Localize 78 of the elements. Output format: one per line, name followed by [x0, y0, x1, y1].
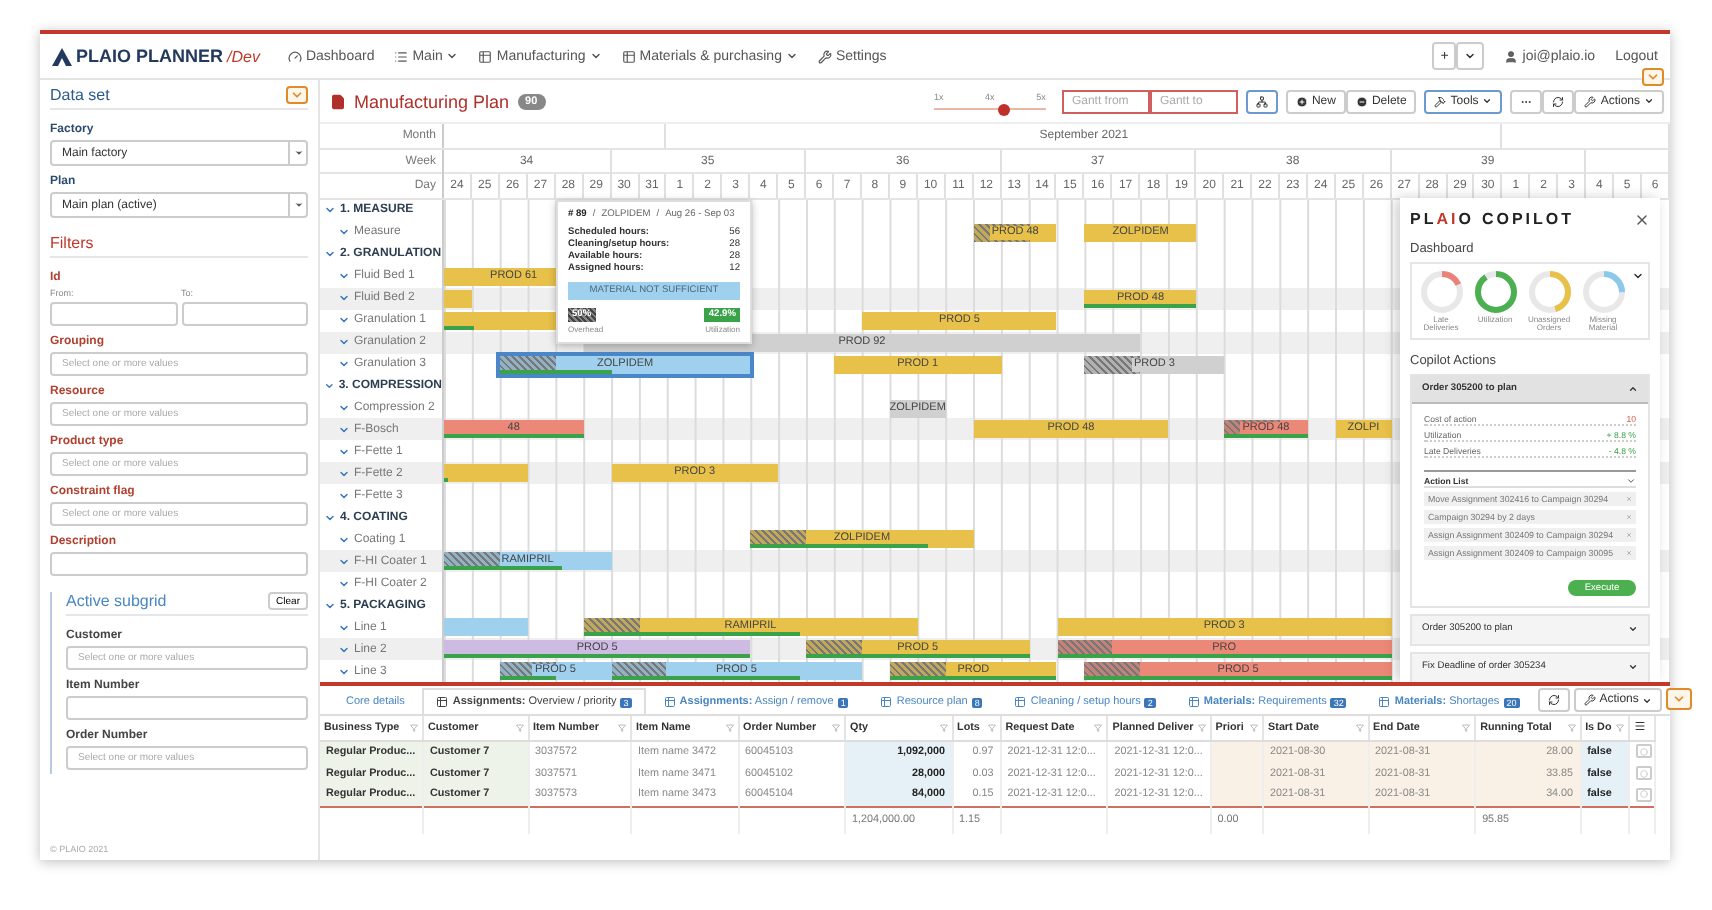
section-title: Active subgrid	[66, 592, 167, 610]
filter-icon	[410, 723, 418, 732]
refresh-icon	[1552, 95, 1565, 107]
table-icon	[663, 696, 676, 708]
filter-icon	[1615, 723, 1624, 732]
chevron-icon	[1628, 624, 1638, 635]
filter-icon	[515, 723, 523, 732]
filter-icon	[939, 723, 948, 732]
caret-icon	[1642, 695, 1653, 705]
caret-icon	[785, 50, 798, 62]
plus-icon	[1295, 95, 1308, 107]
chevron-icon	[290, 88, 304, 102]
hammer-icon	[1434, 95, 1447, 107]
refresh-button[interactable]	[1537, 688, 1570, 712]
chevron-icon	[1672, 692, 1687, 706]
chevron-icon	[1628, 662, 1638, 673]
collapse-button[interactable]	[1666, 688, 1693, 710]
filter-icon	[1567, 723, 1576, 732]
filter-icon	[987, 723, 996, 732]
column-menu[interactable]	[1628, 716, 1655, 740]
wrench-icon	[1583, 694, 1596, 706]
section-title: Data set	[50, 86, 110, 104]
caret-icon	[589, 50, 602, 62]
input-field[interactable]	[181, 302, 308, 326]
filter-icon	[618, 723, 626, 732]
chevron-icon	[1646, 70, 1660, 84]
input-field[interactable]	[50, 302, 177, 326]
close-icon[interactable]	[1634, 211, 1650, 227]
brand-name: PLAIO PLANNER	[76, 46, 224, 66]
donut-chart	[1581, 270, 1625, 314]
table-icon	[436, 696, 449, 708]
caret-icon	[1464, 50, 1477, 62]
circle-icon	[1639, 790, 1648, 799]
row-action-button[interactable]	[1635, 744, 1652, 759]
section-title: Filters	[50, 234, 94, 252]
circle-icon	[1639, 769, 1648, 777]
chevron-icon	[1626, 476, 1636, 487]
wrench-icon	[1584, 95, 1597, 107]
filter-icon	[832, 723, 841, 732]
environment-label: /Dev	[227, 47, 260, 65]
refresh-icon	[1547, 694, 1560, 706]
caret-icon	[1644, 96, 1654, 106]
chevron-icon[interactable]	[1632, 270, 1644, 282]
caret-icon	[446, 50, 459, 62]
donut-chart	[1419, 270, 1463, 314]
table-icon	[1378, 696, 1391, 708]
donut-chart	[1473, 270, 1517, 314]
collapse-button[interactable]	[1642, 68, 1664, 86]
filter-icon	[1197, 723, 1206, 732]
document-icon	[330, 93, 346, 109]
caret-icon	[293, 200, 303, 210]
row-action-button[interactable]	[1635, 766, 1652, 780]
hierarchy-icon	[1255, 95, 1268, 107]
collapse-button[interactable]	[286, 86, 308, 104]
filter-icon	[1355, 723, 1364, 732]
logo-icon	[52, 47, 72, 65]
input-field[interactable]	[66, 696, 308, 720]
caret-icon	[293, 148, 303, 158]
user-icon	[1504, 49, 1519, 63]
input-field[interactable]	[50, 552, 308, 576]
table-icon	[1187, 696, 1200, 708]
dropdown-button[interactable]	[1456, 42, 1485, 70]
filter-icon	[1462, 723, 1471, 732]
filter-icon	[725, 723, 734, 732]
donut-chart	[1527, 270, 1571, 314]
circle-icon	[1639, 747, 1648, 756]
row-action-button[interactable]	[1635, 787, 1652, 802]
filter-icon	[1250, 723, 1259, 732]
table-icon	[880, 696, 893, 708]
page-title: Manufacturing Plan	[354, 91, 510, 111]
minus-icon	[1355, 95, 1368, 107]
hierarchy-button[interactable]	[1245, 89, 1278, 113]
refresh-button[interactable]	[1542, 89, 1575, 113]
filter-icon	[1094, 723, 1103, 732]
copilot-logo: PL AI O COPILOT	[1410, 210, 1575, 228]
table-icon	[1014, 696, 1027, 708]
chevron-icon	[1628, 384, 1638, 395]
caret-icon	[1482, 96, 1493, 106]
